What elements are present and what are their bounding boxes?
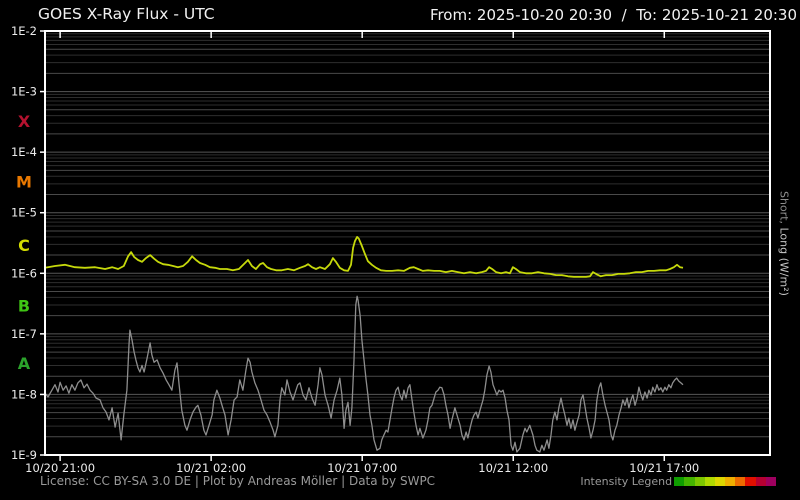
y-tick-label: 1E-2: [11, 24, 37, 38]
intensity-legend-title: Intensity Legend: [580, 475, 673, 488]
intensity-legend-swatch: [745, 477, 756, 486]
flux-class-label-a: A: [18, 354, 31, 373]
short-channel-label: Short,: [777, 190, 791, 224]
x-tick-label: 10/20 21:00: [25, 461, 95, 475]
y-tick-label: 1E-3: [11, 85, 37, 99]
right-axis-label: Short, Long (W/m²): [771, 31, 797, 455]
intensity-legend-bar: [674, 477, 776, 486]
y-tick-label: 1E-6: [11, 266, 37, 280]
intensity-legend-swatch: [725, 477, 736, 486]
long-series-line: [44, 235, 684, 278]
license-text: License: CC BY-SA 3.0 DE | Plot by Andre…: [40, 474, 436, 488]
x-tick-label: 10/21 02:00: [176, 461, 246, 475]
xray-flux-chart: 10/20 21:00 10/21 02:00 10/21 07:00 10/21 1…: [11, 24, 771, 475]
intensity-legend: Intensity Legend: [580, 475, 776, 488]
intensity-legend-swatch: [714, 477, 726, 486]
flux-class-label-c: C: [18, 236, 30, 255]
x-tick-label: 10/21 12:00: [478, 461, 548, 475]
y-tick-label: 1E-4: [11, 145, 37, 159]
short-series-line: [44, 295, 684, 453]
x-tick-label: 10/21 07:00: [327, 461, 397, 475]
intensity-legend-swatch: [765, 477, 776, 486]
intensity-legend-swatch: [674, 477, 685, 486]
intensity-legend-swatch: [704, 477, 715, 486]
flux-class-label-b: B: [18, 297, 30, 316]
y-tick-label: 1E-8: [11, 387, 37, 401]
intensity-legend-swatch: [684, 477, 695, 486]
y-tick-label: 1E-7: [11, 327, 37, 341]
intensity-legend-swatch: [694, 477, 705, 486]
y-tick-label: 1E-9: [11, 448, 37, 462]
intensity-legend-swatch: [735, 477, 746, 486]
goes-xray-flux-app: GOES X-Ray Flux - UTC From: 2025-10-20 2…: [0, 0, 800, 500]
x-tick-label: 10/21 17:00: [629, 461, 699, 475]
intensity-legend-swatch: [755, 477, 766, 486]
flux-class-label-x: X: [18, 112, 31, 131]
y-tick-label: 1E-5: [11, 206, 37, 220]
flux-class-label-m: M: [16, 172, 32, 191]
long-channel-label: Long (W/m²): [777, 223, 791, 296]
